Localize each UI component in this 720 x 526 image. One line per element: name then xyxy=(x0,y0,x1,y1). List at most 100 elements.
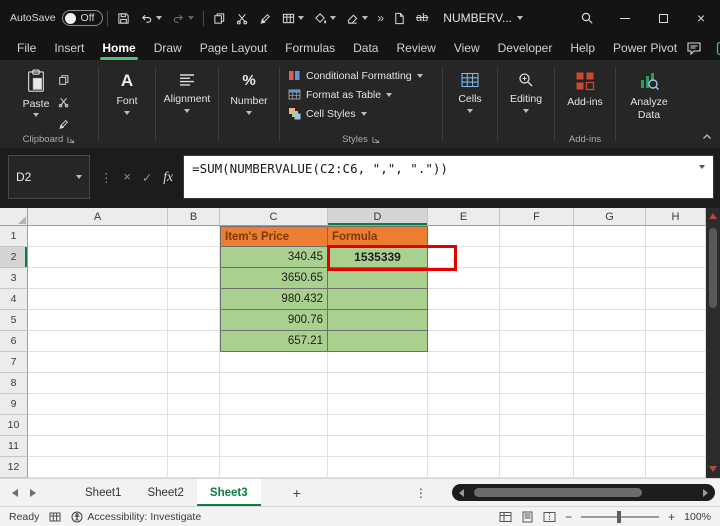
cell-B12[interactable] xyxy=(168,457,220,478)
cell-A2[interactable] xyxy=(28,247,168,268)
cell-G11[interactable] xyxy=(574,436,646,457)
cell-G2[interactable] xyxy=(574,247,646,268)
insert-function-icon[interactable]: fx xyxy=(163,169,173,185)
cell-styles-button[interactable]: Cell Styles xyxy=(282,106,440,121)
column-header-H[interactable]: H xyxy=(646,208,706,226)
column-header-C[interactable]: C xyxy=(220,208,328,226)
column-header-D[interactable]: D xyxy=(328,208,428,226)
cell-F10[interactable] xyxy=(500,415,574,436)
row-header-3[interactable]: 3 xyxy=(0,268,28,289)
cell-A5[interactable] xyxy=(28,310,168,331)
zoom-in-button[interactable]: + xyxy=(668,511,675,523)
row-header-4[interactable]: 4 xyxy=(0,289,28,310)
cell-A11[interactable] xyxy=(28,436,168,457)
column-header-F[interactable]: F xyxy=(500,208,574,226)
cell-H6[interactable] xyxy=(646,331,706,352)
cell-B10[interactable] xyxy=(168,415,220,436)
macro-record-icon[interactable] xyxy=(49,511,61,523)
document-title[interactable]: NUMBERV... xyxy=(443,11,523,25)
cell-E4[interactable] xyxy=(428,289,500,310)
select-all-corner[interactable] xyxy=(0,208,28,226)
cell-B3[interactable] xyxy=(168,268,220,289)
cell-B5[interactable] xyxy=(168,310,220,331)
cell-F1[interactable] xyxy=(500,226,574,247)
cell-D12[interactable] xyxy=(328,457,428,478)
clear-button[interactable] xyxy=(341,8,373,29)
cell-B11[interactable] xyxy=(168,436,220,457)
cell-E6[interactable] xyxy=(428,331,500,352)
formula-input[interactable]: =SUM(NUMBERVALUE(C2:C6, ",", ".")) xyxy=(183,155,714,199)
menu-tab-draw[interactable]: Draw xyxy=(145,36,191,60)
autosave-toggle[interactable]: AutoSave Off xyxy=(10,10,103,26)
next-sheet-icon[interactable] xyxy=(30,489,36,497)
copy-button[interactable] xyxy=(208,8,231,29)
page-break-view-icon[interactable] xyxy=(543,511,556,523)
cell-A6[interactable] xyxy=(28,331,168,352)
cell-C3[interactable]: 3650.65 xyxy=(220,268,328,289)
cell-H8[interactable] xyxy=(646,373,706,394)
cell-G7[interactable] xyxy=(574,352,646,373)
cell-F3[interactable] xyxy=(500,268,574,289)
cell-B9[interactable] xyxy=(168,394,220,415)
menu-tab-help[interactable]: Help xyxy=(561,36,604,60)
cell-D9[interactable] xyxy=(328,394,428,415)
cell-G5[interactable] xyxy=(574,310,646,331)
cell-C2[interactable]: 340.45 xyxy=(220,247,328,268)
redo-button[interactable] xyxy=(167,8,199,29)
sheet-tab-sheet3[interactable]: Sheet3 xyxy=(197,479,261,506)
cell-E8[interactable] xyxy=(428,373,500,394)
format-painter-button[interactable] xyxy=(254,8,277,29)
cell-H1[interactable] xyxy=(646,226,706,247)
search-button[interactable] xyxy=(568,0,606,36)
cell-F11[interactable] xyxy=(500,436,574,457)
zoom-out-button[interactable]: − xyxy=(565,511,572,523)
row-header-9[interactable]: 9 xyxy=(0,394,28,415)
menu-tab-power-pivot[interactable]: Power Pivot xyxy=(604,36,686,60)
horizontal-scrollbar-thumb[interactable] xyxy=(474,488,642,497)
cell-C12[interactable] xyxy=(220,457,328,478)
autosave-pill[interactable]: Off xyxy=(62,10,104,26)
cell-H2[interactable] xyxy=(646,247,706,268)
cell-E11[interactable] xyxy=(428,436,500,457)
cell-G10[interactable] xyxy=(574,415,646,436)
sheet-tab-sheet2[interactable]: Sheet2 xyxy=(134,479,196,506)
cell-B1[interactable] xyxy=(168,226,220,247)
cell-G1[interactable] xyxy=(574,226,646,247)
new-file-button[interactable] xyxy=(388,8,411,29)
cell-D1[interactable]: Formula xyxy=(328,226,428,247)
cell-B4[interactable] xyxy=(168,289,220,310)
menu-tab-home[interactable]: Home xyxy=(93,36,144,60)
cut-button[interactable] xyxy=(231,8,254,29)
cell-D10[interactable] xyxy=(328,415,428,436)
menu-tab-developer[interactable]: Developer xyxy=(489,36,562,60)
scroll-left-arrow-icon[interactable] xyxy=(459,489,464,497)
column-header-G[interactable]: G xyxy=(574,208,646,226)
table-button[interactable] xyxy=(277,8,309,29)
scroll-right-arrow-icon[interactable] xyxy=(703,489,708,497)
row-header-5[interactable]: 5 xyxy=(0,310,28,331)
cell-H11[interactable] xyxy=(646,436,706,457)
row-header-11[interactable]: 11 xyxy=(0,436,28,457)
row-header-8[interactable]: 8 xyxy=(0,373,28,394)
cell-G9[interactable] xyxy=(574,394,646,415)
menu-tab-file[interactable]: File xyxy=(8,36,45,60)
save-button[interactable] xyxy=(112,8,135,29)
cell-A10[interactable] xyxy=(28,415,168,436)
menu-tab-data[interactable]: Data xyxy=(344,36,387,60)
format-as-table-button[interactable]: Format as Table xyxy=(282,87,440,102)
share-icon[interactable] xyxy=(716,41,720,56)
cell-E3[interactable] xyxy=(428,268,500,289)
cell-G12[interactable] xyxy=(574,457,646,478)
cell-B8[interactable] xyxy=(168,373,220,394)
sheet-tab-sheet1[interactable]: Sheet1 xyxy=(72,479,134,506)
zoom-slider[interactable] xyxy=(581,516,659,518)
menu-tab-review[interactable]: Review xyxy=(387,36,444,60)
vertical-scrollbar[interactable] xyxy=(706,208,720,478)
accessibility-status[interactable]: Accessibility: Investigate xyxy=(71,511,201,523)
dialog-launcher-icon[interactable] xyxy=(67,136,75,144)
previous-sheet-icon[interactable] xyxy=(12,489,18,497)
menu-tab-page-layout[interactable]: Page Layout xyxy=(191,36,276,60)
cell-D5[interactable] xyxy=(328,310,428,331)
scroll-up-arrow-icon[interactable] xyxy=(709,213,717,219)
name-box[interactable]: D2 xyxy=(8,155,90,199)
